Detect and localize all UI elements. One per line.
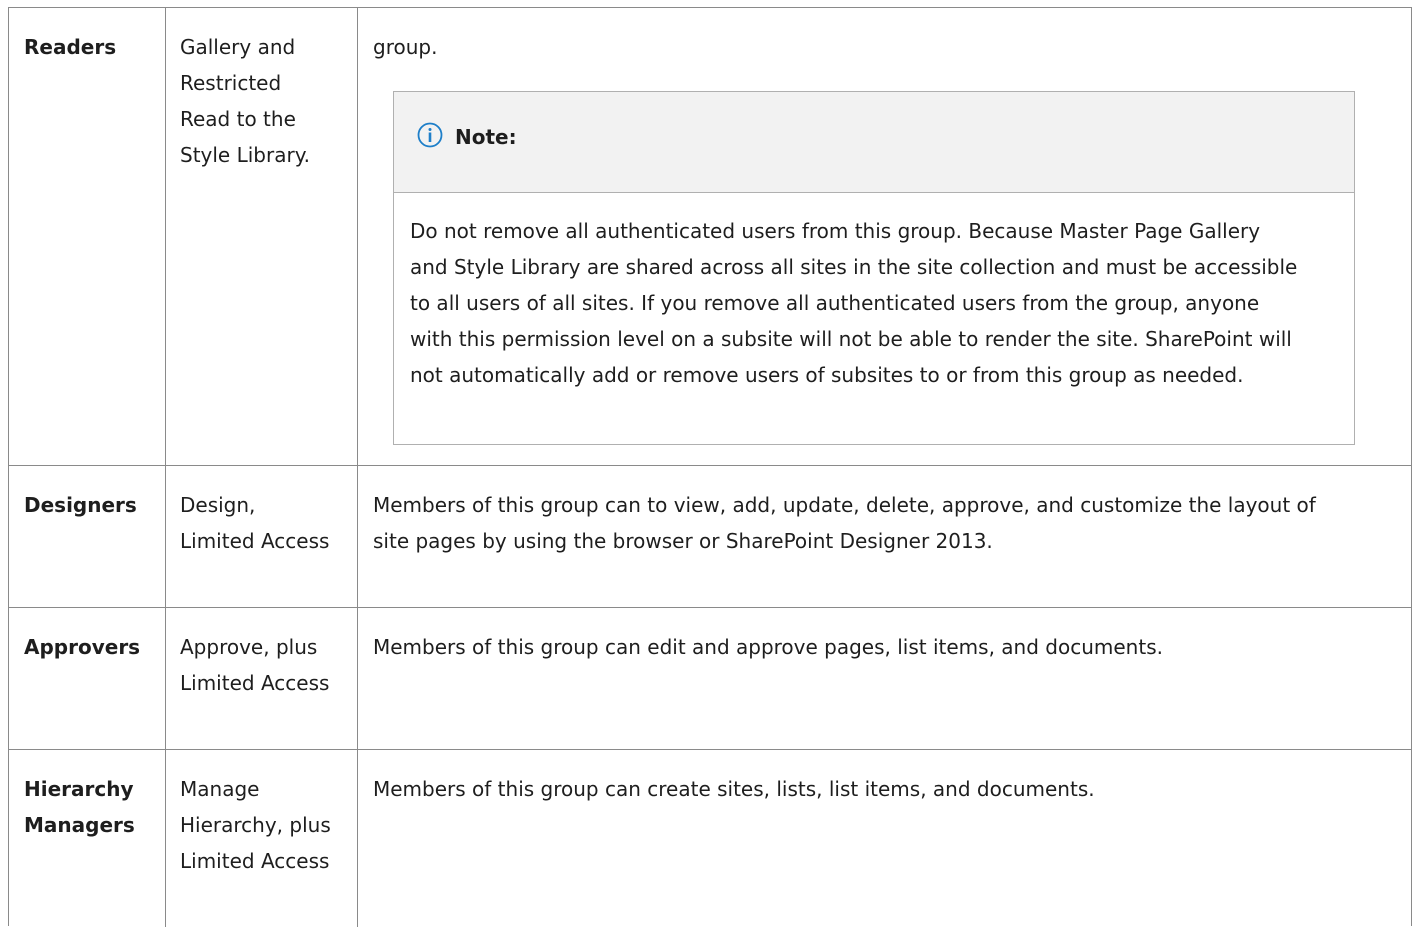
note-title: Note: [455,125,517,149]
description: Members of this group can to view, add, … [373,493,1316,553]
permission-level: Gallery and Restricted Read to the Style… [180,35,311,167]
group-name: Designers [24,493,137,517]
column-divider [357,608,358,749]
group-name: Hierarchy Managers [24,777,135,837]
column-divider [165,608,166,749]
column-divider [357,466,358,607]
table-row: Readers Gallery and Restricted Read to t… [9,8,1411,466]
permission-level: Manage Hierarchy, plus Limited Access [180,777,331,873]
note-box: Note: Do not remove all authenticated us… [393,91,1355,445]
note-header: Note: [394,92,1354,193]
column-divider [357,8,358,465]
table-row: Approvers Approve, plus Limited Access M… [9,608,1411,750]
column-divider [165,8,166,465]
table-row: Hierarchy Managers Manage Hierarchy, plu… [9,750,1411,927]
permission-level: Design, Limited Access [180,493,330,553]
description: group. [373,35,438,59]
description: Members of this group can create sites, … [373,777,1095,801]
column-divider [357,750,358,927]
group-name: Approvers [24,635,141,659]
column-divider [165,466,166,607]
column-divider [165,750,166,927]
permission-level: Approve, plus Limited Access [180,635,330,695]
table-row: Designers Design, Limited Access Members… [9,466,1411,608]
description: Members of this group can edit and appro… [373,635,1163,659]
info-icon [417,122,443,148]
permissions-table: Readers Gallery and Restricted Read to t… [8,7,1412,927]
note-body: Do not remove all authenticated users fr… [410,219,1298,387]
group-name: Readers [24,35,117,59]
